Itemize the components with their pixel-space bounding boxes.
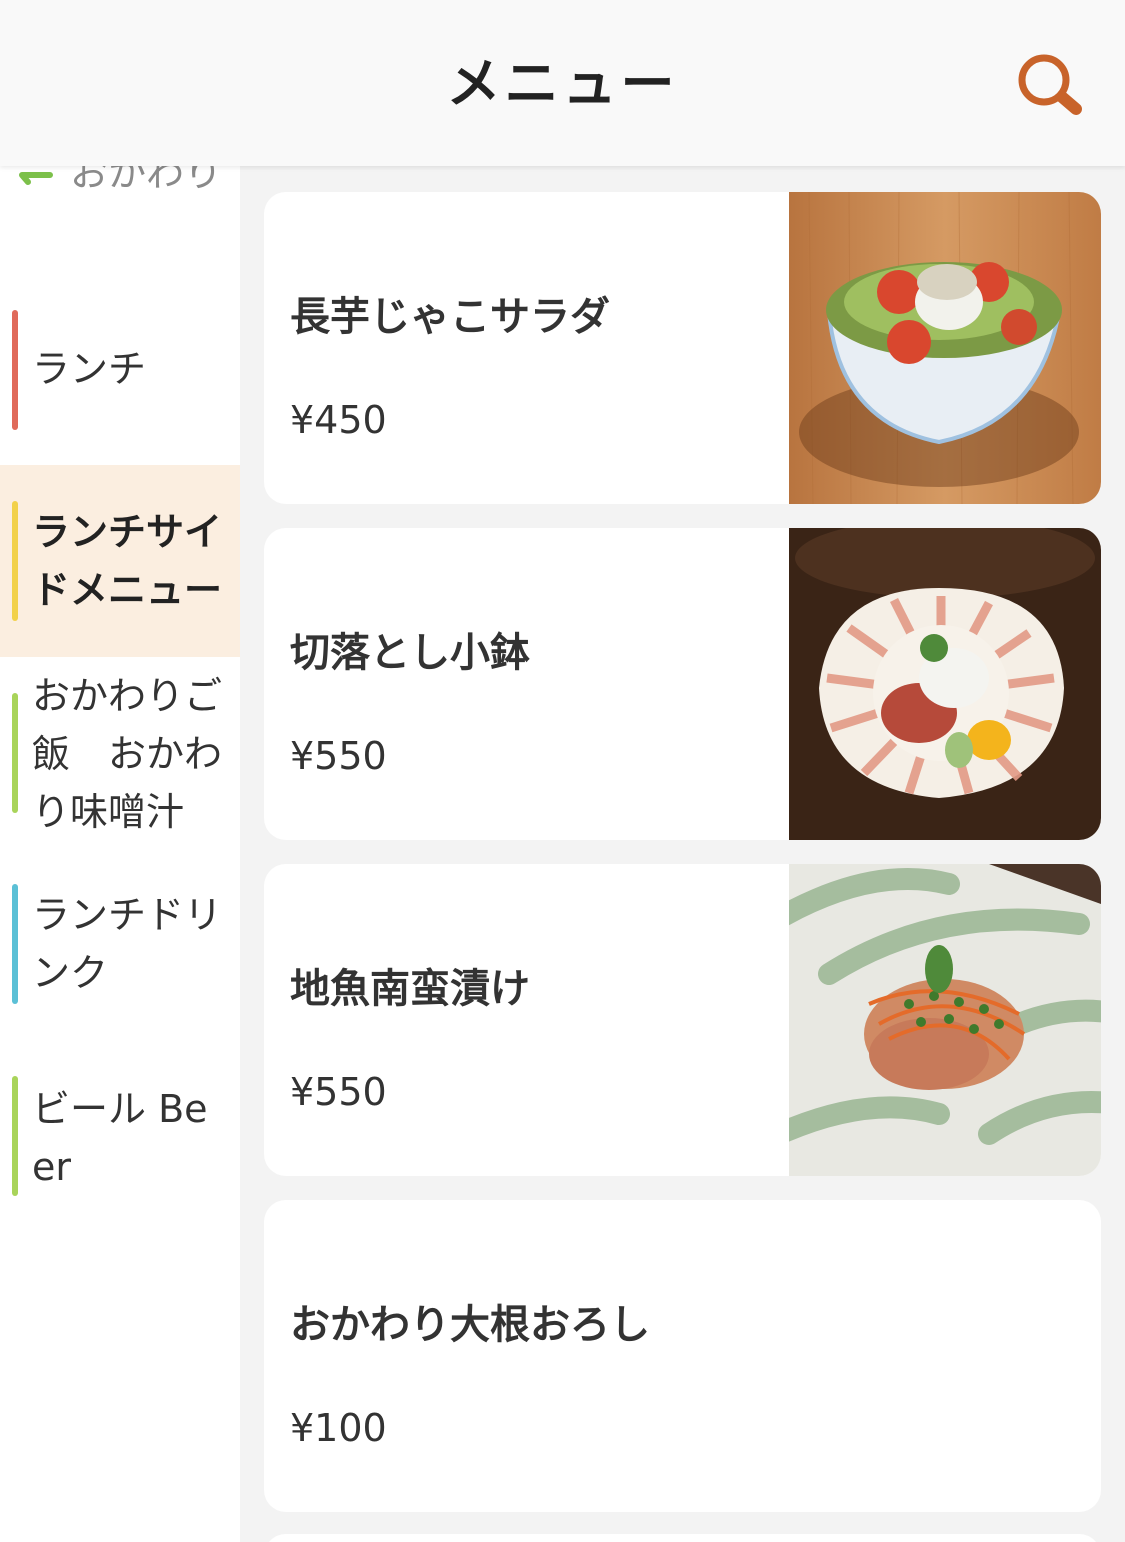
sidebar-item-label: ビール Beer	[32, 1087, 208, 1189]
sidebar-item-label: おかわりご飯 おかわり味噌汁	[32, 674, 223, 834]
menu-item-name: 地魚南蛮漬け	[290, 966, 530, 1012]
menu-item-name: 長芋じゃこサラダ	[290, 294, 610, 340]
menu-item-card[interactable]: 長芋じゃこサラダ ¥450	[264, 192, 1101, 504]
salad-photo	[789, 192, 1101, 504]
menu-item-card[interactable]: 地魚南蛮漬け ¥550	[264, 864, 1101, 1176]
menu-item-price: ¥550	[290, 734, 387, 778]
search-button[interactable]	[1010, 50, 1090, 120]
menu-item-card[interactable]: おかわり大根おろし ¥100	[264, 1200, 1101, 1512]
category-color-bar	[12, 501, 18, 621]
menu-item-price: ¥100	[290, 1406, 387, 1450]
menu-item-price: ¥450	[290, 398, 387, 442]
search-icon	[1018, 54, 1082, 115]
sidebar-item-label: ランチドリンク	[32, 893, 223, 995]
nanban-photo	[789, 864, 1101, 1176]
sidebar-peek-label: おかわり	[70, 166, 223, 195]
refresh-icon	[19, 172, 53, 185]
sidebar-item-lunch-side-menu[interactable]: ランチサイドメニュー	[0, 465, 240, 657]
sidebar-item-refill[interactable]: おかわり	[12, 166, 223, 195]
sidebar-item-lunch[interactable]: ランチ	[0, 300, 240, 440]
header-bar: メニュー	[0, 0, 1125, 166]
menu-item-price: ¥550	[290, 1070, 387, 1114]
category-color-bar	[12, 310, 18, 430]
category-sidebar: おかわり ランチ ランチサイドメニュー おかわりご飯 おかわり味噌汁 ランチドリ…	[0, 166, 240, 1542]
sidebar-item-label: ランチ	[32, 347, 147, 391]
sidebar-item-label: ランチサイドメニュー	[32, 510, 223, 612]
sidebar-item-beer[interactable]: ビール Beer	[0, 1066, 240, 1216]
sidebar-item-refill-rice-soup[interactable]: おかわりご飯 おかわり味噌汁	[0, 657, 240, 857]
menu-item-card[interactable]: 切落とし小鉢 ¥550	[264, 528, 1101, 840]
menu-item-name: おかわり大根おろし	[290, 1302, 650, 1348]
category-color-bar	[12, 693, 18, 813]
menu-list: 長芋じゃこサラダ ¥450 切落とし小鉢 ¥550 地魚南蛮漬け ¥550 おか…	[240, 166, 1125, 1542]
category-color-bar	[12, 1076, 18, 1196]
sashimi-bowl-photo	[789, 528, 1101, 840]
category-color-bar	[12, 884, 18, 1004]
menu-item-name: 切落とし小鉢	[290, 630, 530, 676]
page-title: メニュー	[446, 52, 679, 115]
menu-item-card-partial	[264, 1534, 1101, 1542]
sidebar-item-lunch-drink[interactable]: ランチドリンク	[0, 874, 240, 1024]
